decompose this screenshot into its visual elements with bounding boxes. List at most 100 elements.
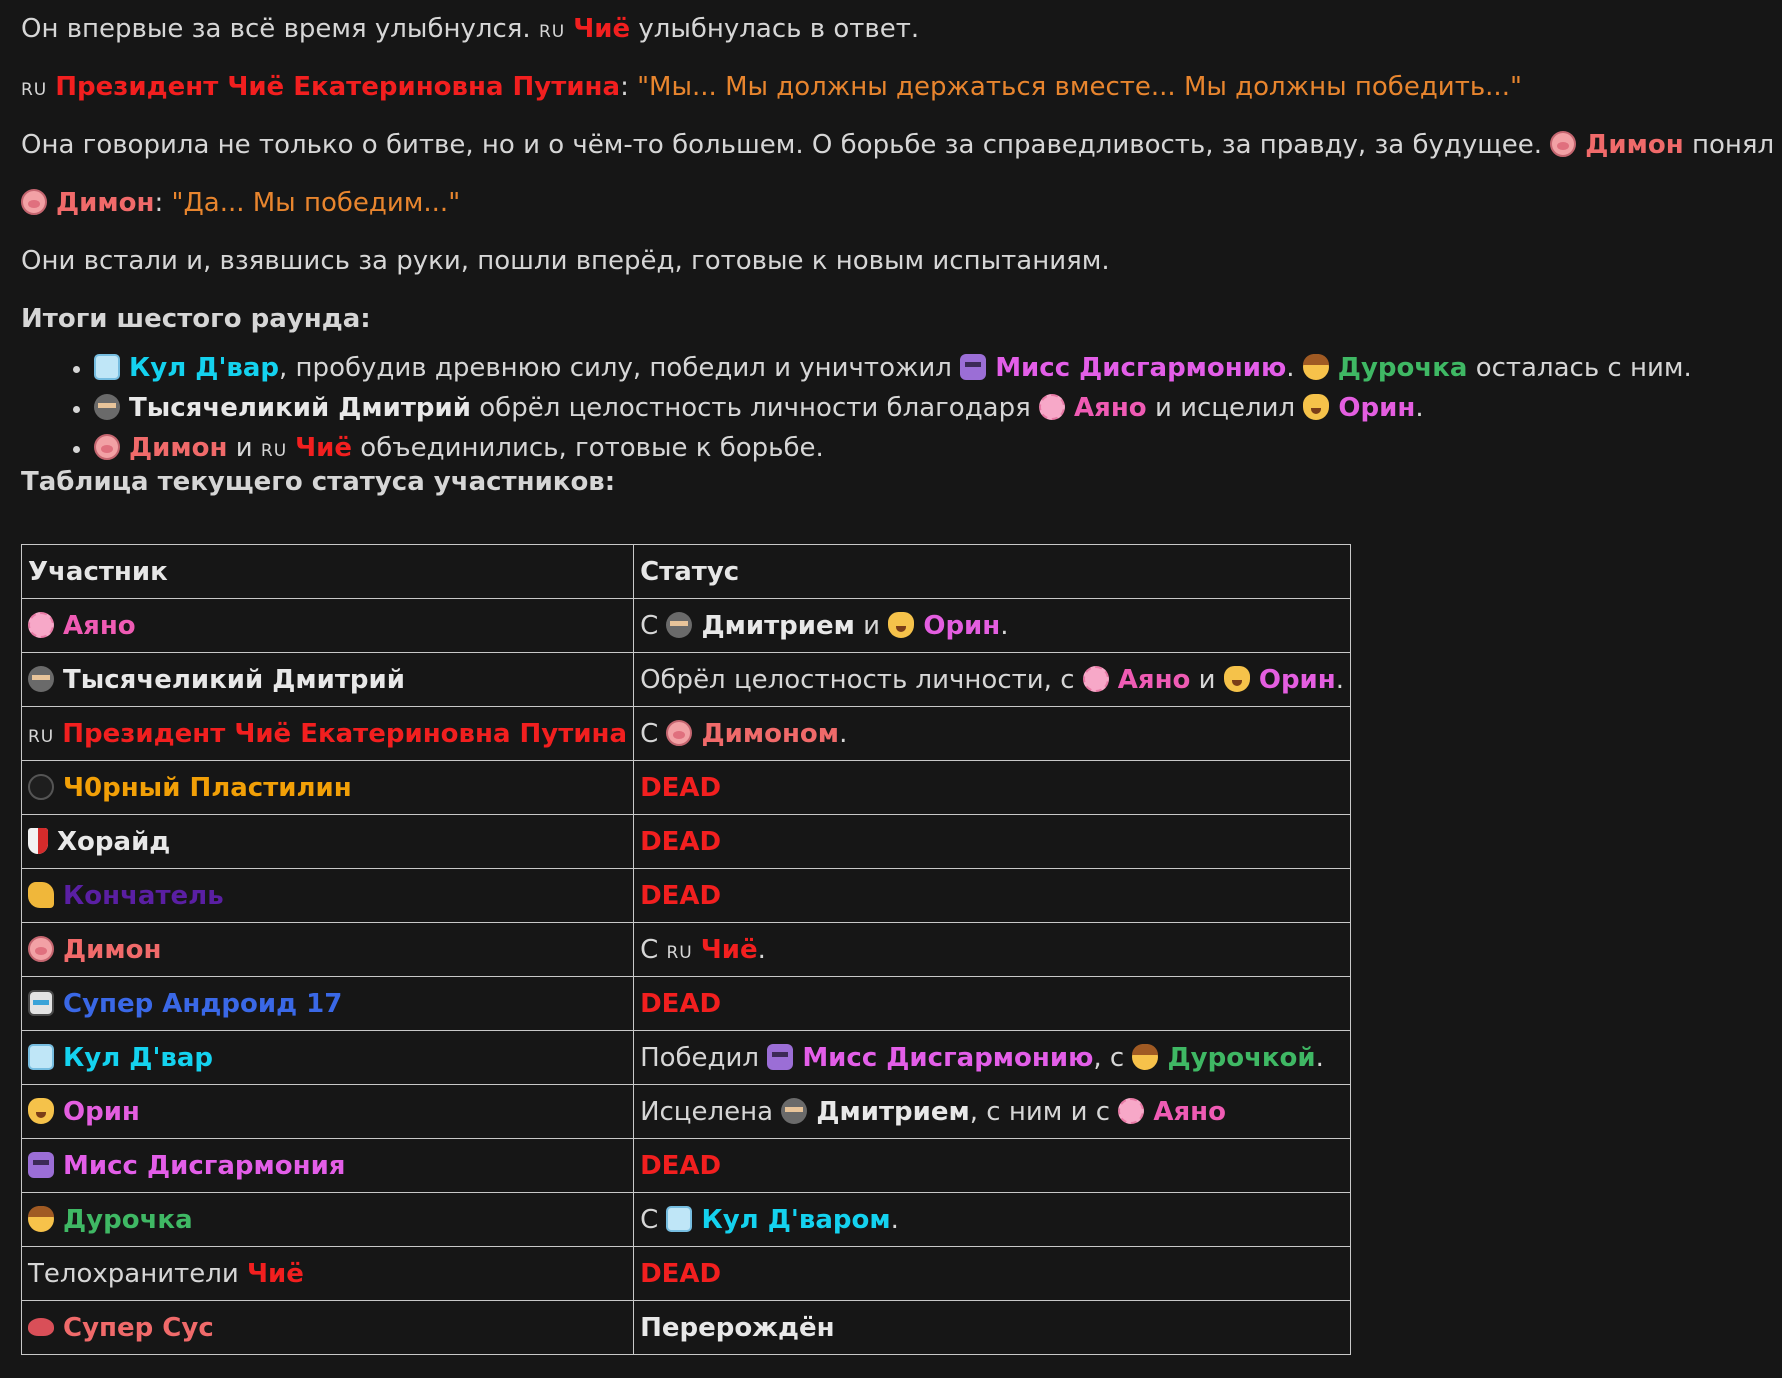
table-row: Супер Андроид 17 DEAD bbox=[20, 976, 1352, 1031]
summary-text: осталась с ним. bbox=[1475, 353, 1692, 383]
character-name-dimon: Димон bbox=[1585, 130, 1684, 160]
story-text: понял её. bbox=[1691, 130, 1782, 160]
alien-monster-icon bbox=[767, 1043, 794, 1070]
table-row: Мисс Дисгармония DEAD bbox=[20, 1138, 1352, 1193]
round-summary-heading: Итоги шестого раунда: bbox=[21, 304, 371, 334]
status-text: . bbox=[1315, 1042, 1324, 1073]
status-cell: С Кул Д'варом. bbox=[633, 1192, 1352, 1247]
participant-name: Президент Чиё Екатериновна Путина bbox=[62, 718, 628, 749]
alien-monster-icon bbox=[28, 1151, 54, 1178]
status-name: Аяно bbox=[1117, 664, 1191, 695]
status-text: и bbox=[863, 610, 881, 641]
ice-cube-icon bbox=[94, 354, 120, 380]
character-name-dimon: Димон bbox=[129, 433, 228, 463]
status-cell: DEAD bbox=[633, 976, 1352, 1031]
table-row: Димон С RU Чиё. bbox=[20, 922, 1352, 977]
participant-cell: Дурочка bbox=[20, 1192, 635, 1247]
status-text: Победил bbox=[640, 1042, 760, 1073]
column-header-status: Статус bbox=[633, 544, 1352, 599]
status-text: С bbox=[640, 718, 659, 749]
participant-cell: Аяно bbox=[20, 598, 635, 653]
shield-icon bbox=[28, 827, 48, 854]
participant-cell: Орин bbox=[20, 1084, 635, 1139]
chat-message-body: Он впервые за всё время улыбнулся. RU Чиё… bbox=[21, 0, 1782, 510]
table-row: Супер Сус Перерождён bbox=[20, 1300, 1352, 1355]
cat-face-icon bbox=[1303, 394, 1330, 420]
status-cell: DEAD bbox=[633, 814, 1352, 869]
status-cell: Перерождён bbox=[633, 1300, 1352, 1355]
status-cell: DEAD bbox=[633, 868, 1352, 923]
status-cell: С Димоном. bbox=[633, 706, 1352, 761]
cat-face-icon bbox=[28, 1097, 54, 1124]
ru-flag-label: RU bbox=[21, 80, 48, 100]
status-name: Чиё bbox=[700, 934, 758, 965]
table-row: Аяно С Дмитрием и Орин. bbox=[20, 598, 1352, 653]
table-row: Хорайд DEAD bbox=[20, 814, 1352, 869]
table-row: Телохранители Чиё DEAD bbox=[20, 1246, 1352, 1301]
status-dead: DEAD bbox=[640, 772, 722, 803]
summary-text: . bbox=[1415, 393, 1424, 423]
participant-name-chie: Чиё bbox=[247, 1258, 304, 1289]
robot-icon bbox=[28, 989, 54, 1016]
status-text: С bbox=[640, 1204, 659, 1235]
participant-name: Хорайд bbox=[57, 826, 171, 857]
status-text: , с ним и с bbox=[969, 1096, 1111, 1127]
status-text: С bbox=[640, 610, 659, 641]
column-header-participant: Участник bbox=[20, 544, 635, 599]
character-name-kul: Кул Д'вар bbox=[129, 353, 280, 383]
participant-cell: Супер Андроид 17 bbox=[20, 976, 635, 1031]
summary-text: и исцелил bbox=[1154, 393, 1296, 423]
story-paragraph: Он впервые за всё время улыбнулся. RU Чиё… bbox=[21, 0, 1761, 58]
dialogue-quote: "Мы... Мы должны держаться вместе... Мы … bbox=[637, 72, 1522, 102]
status-text: С bbox=[640, 934, 659, 965]
status-text: Исцелена bbox=[640, 1096, 774, 1127]
pig-face-icon bbox=[1550, 131, 1577, 157]
table-row: Кончатель DEAD bbox=[20, 868, 1352, 923]
status-dead: DEAD bbox=[640, 988, 722, 1019]
status-cell: DEAD bbox=[633, 1138, 1352, 1193]
status-name: Орин bbox=[923, 610, 1001, 641]
status-table-heading: Таблица текущего статуса участников: bbox=[21, 467, 616, 497]
status-dead: DEAD bbox=[640, 1258, 722, 1289]
status-text: и bbox=[1198, 664, 1216, 695]
participant-cell: Кул Д'вар bbox=[20, 1030, 635, 1085]
status-cell: С Дмитрием и Орин. bbox=[633, 598, 1352, 653]
pig-face-icon bbox=[21, 189, 47, 215]
status-dead: DEAD bbox=[640, 826, 722, 857]
participant-name: Аяно bbox=[63, 610, 136, 641]
participant-cell: Димон bbox=[20, 922, 635, 977]
girl-icon bbox=[1302, 354, 1329, 380]
character-name-durochka: Дурочка bbox=[1337, 353, 1468, 383]
status-name: Кул Д'варом bbox=[701, 1204, 891, 1235]
pig-face-icon bbox=[28, 935, 54, 962]
status-name: Дмитрием bbox=[816, 1096, 970, 1127]
summary-text: объединились, готовые к борьбе. bbox=[360, 433, 824, 463]
character-name-chie: Чиё bbox=[295, 433, 353, 463]
participant-name: Кул Д'вар bbox=[63, 1042, 214, 1073]
cherry-blossom-icon bbox=[1118, 1097, 1145, 1124]
status-cell: С RU Чиё. bbox=[633, 922, 1352, 977]
lips-icon bbox=[28, 1317, 54, 1336]
ninja-icon bbox=[666, 611, 693, 638]
ru-flag-label: RU bbox=[538, 22, 566, 42]
participant-name: Супер Сус bbox=[63, 1312, 214, 1343]
status-cell: DEAD bbox=[633, 1246, 1352, 1301]
cat-face-icon bbox=[1223, 665, 1250, 692]
participant-cell: RU Президент Чиё Екатериновна Путина bbox=[20, 706, 635, 761]
story-text: Она говорила не только о битве, но и о ч… bbox=[21, 130, 1542, 160]
character-name-miss: Мисс Дисгармонию bbox=[995, 353, 1287, 383]
table-row: Дурочка С Кул Д'варом. bbox=[20, 1192, 1352, 1247]
participant-name: Тысячеликий Дмитрий bbox=[63, 664, 405, 695]
status-cell: Обрёл целостность личности, с Аяно и Ори… bbox=[633, 652, 1352, 707]
participant-name: Орин bbox=[63, 1096, 140, 1127]
girl-icon bbox=[28, 1205, 54, 1232]
summary-text: . bbox=[1286, 353, 1295, 383]
status-cell: DEAD bbox=[633, 760, 1352, 815]
participant-cell: Кончатель bbox=[20, 868, 635, 923]
cherry-blossom-icon bbox=[1039, 394, 1066, 420]
character-name-chie: Чиё bbox=[573, 14, 631, 44]
table-row: Кул Д'вар Победил Мисс Дисгармонию, с Ду… bbox=[20, 1030, 1352, 1085]
story-dialogue: Димон: "Да... Мы победим..." bbox=[21, 174, 1761, 232]
status-name: Аяно bbox=[1153, 1096, 1226, 1127]
list-item: Тысячеликий Дмитрий обрёл целостность ли… bbox=[94, 388, 1761, 428]
